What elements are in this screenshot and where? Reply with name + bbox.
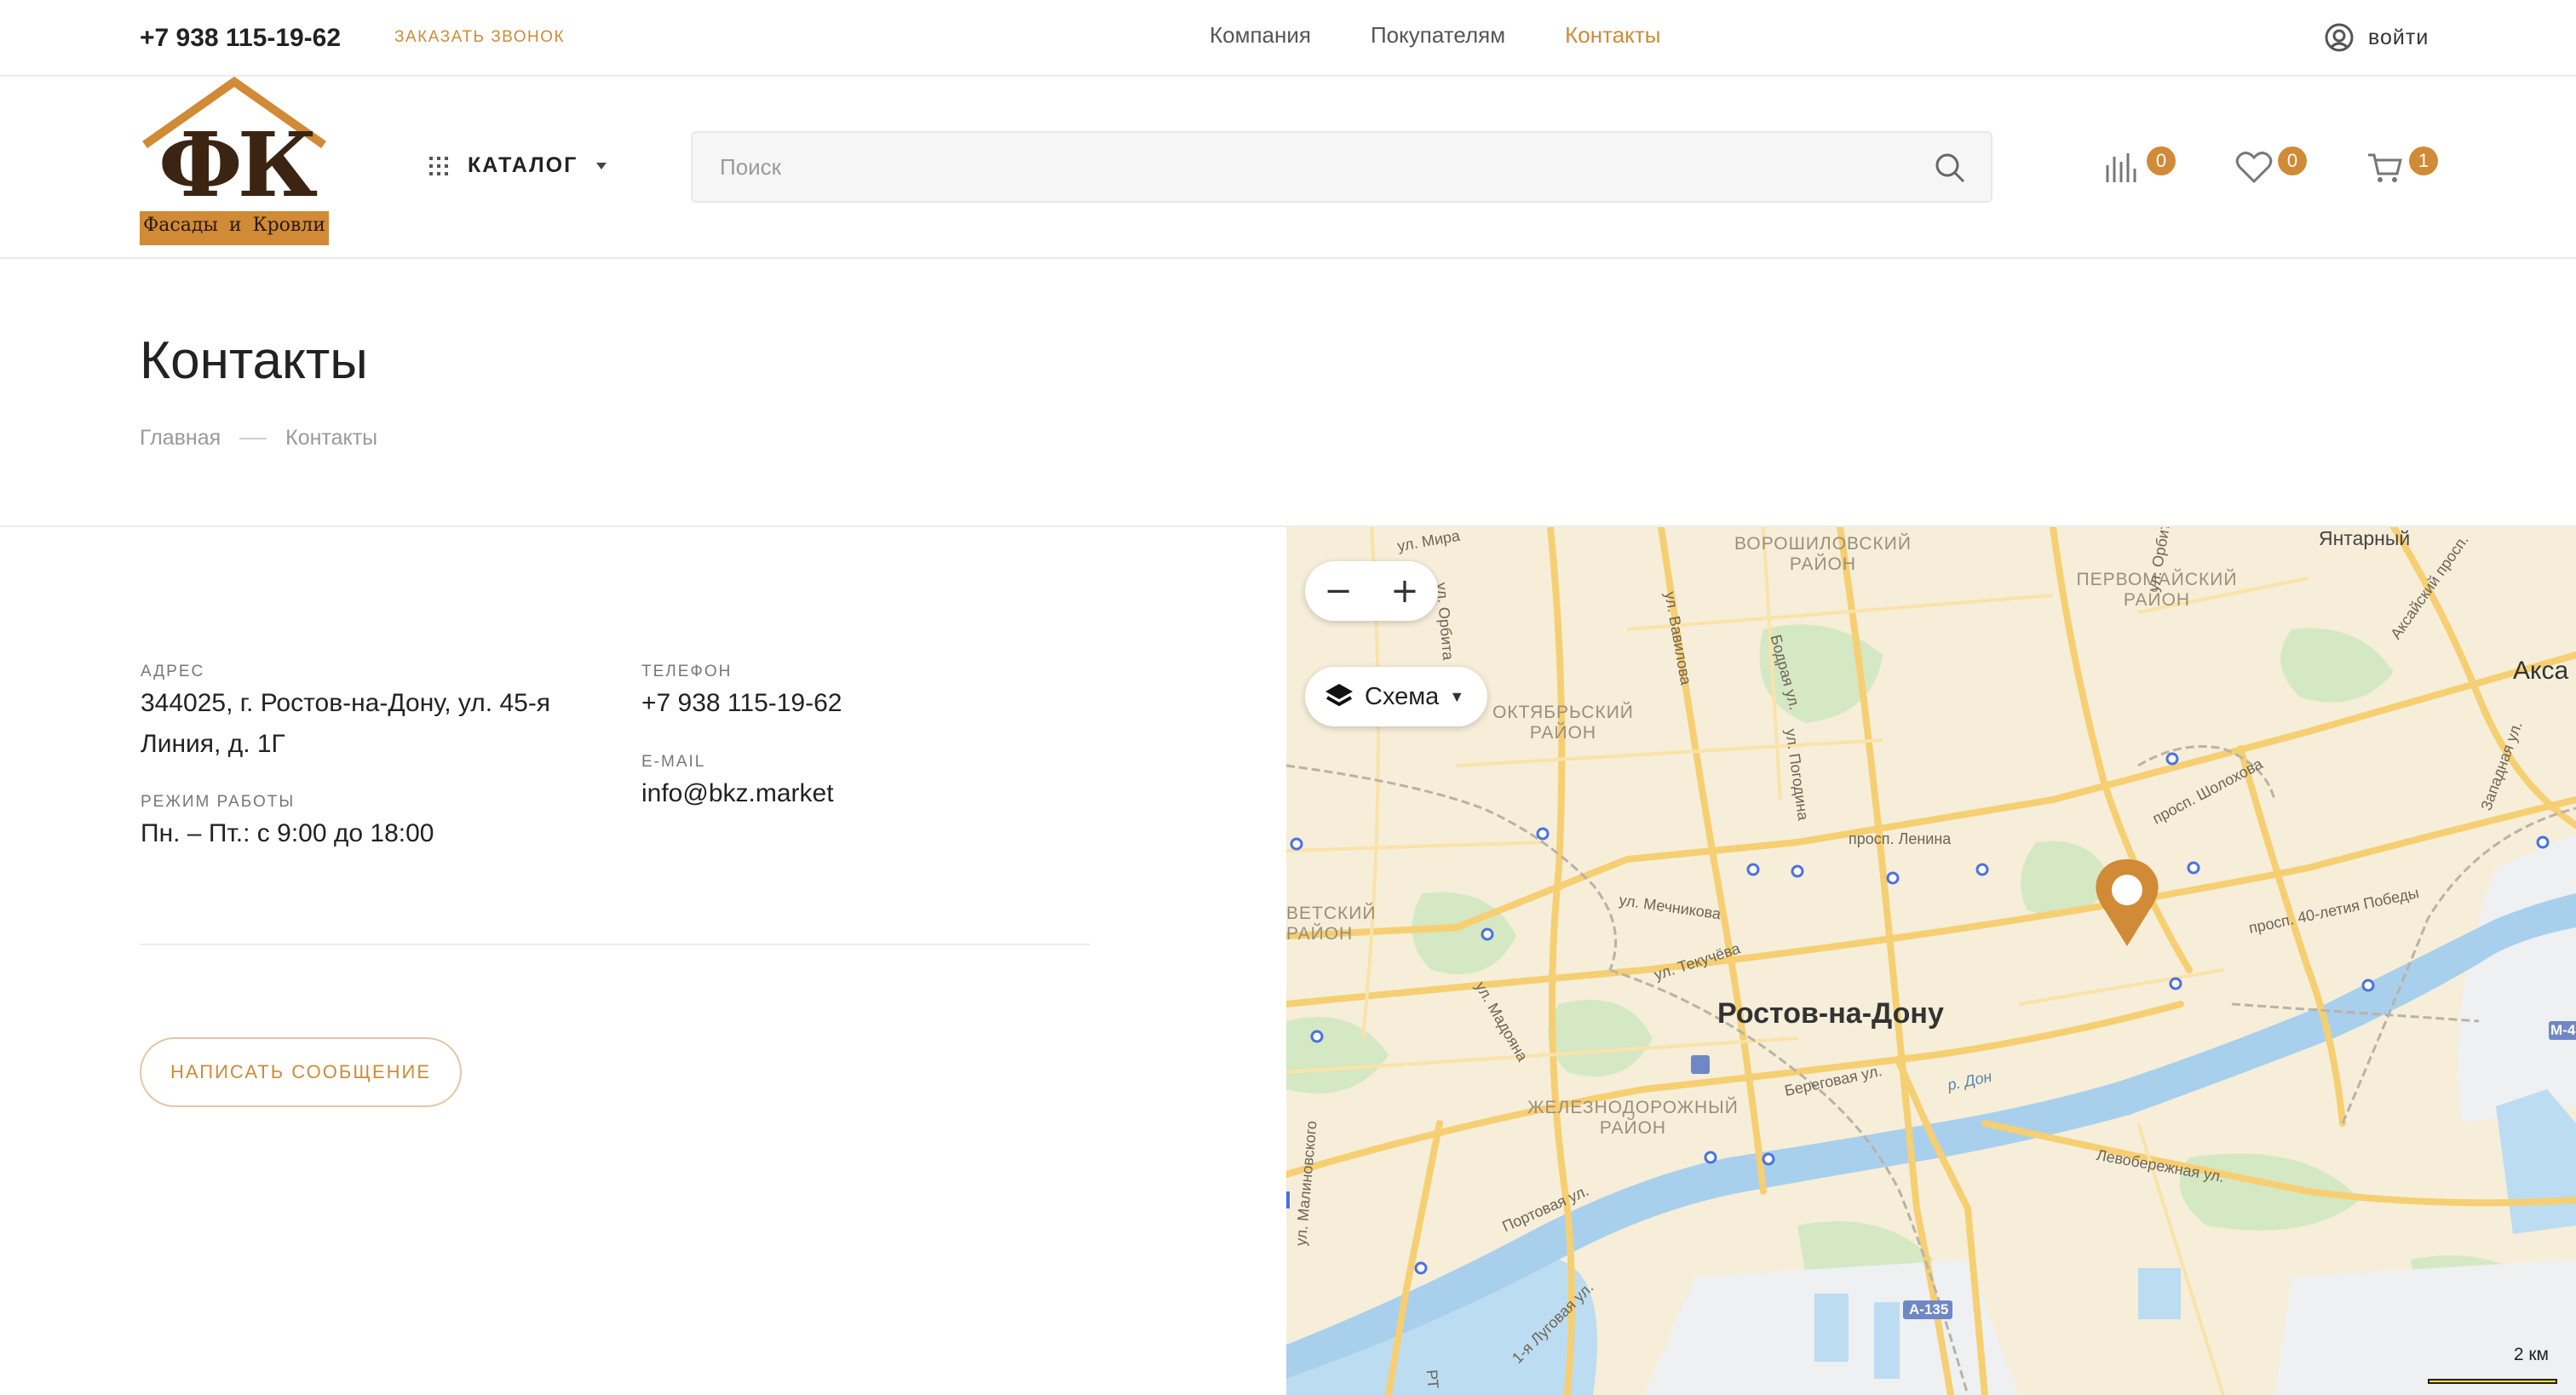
user-icon — [2325, 23, 2354, 52]
heart-icon — [2235, 152, 2273, 184]
search-input[interactable] — [720, 152, 1912, 182]
info-divider — [140, 944, 1090, 945]
zoom-control: − + — [1305, 561, 1438, 621]
breadcrumb-separator — [239, 437, 267, 439]
callback-link[interactable]: Заказать звонок — [394, 28, 565, 47]
map[interactable]: Ворошиловский район Первомайский район Окт… — [1286, 527, 2576, 1395]
header: ФК Фасады и Кровли Каталог — [0, 76, 2576, 259]
search-box — [691, 131, 1992, 203]
map-street-lenina: просп. Ленина — [1849, 830, 1952, 847]
email-label: E-mail — [641, 753, 706, 771]
zoom-in-button[interactable]: + — [1371, 561, 1438, 621]
map-label-aksa: Акса — [2513, 657, 2569, 685]
login-button[interactable]: Войти — [2324, 22, 2429, 53]
logo[interactable]: ФК Фасады и Кровли — [140, 76, 329, 247]
logo-letters: ФК — [158, 112, 318, 217]
address-label: Адрес — [141, 663, 205, 680]
cart-button[interactable]: 1 — [2366, 146, 2443, 184]
map-road-a135: А-135 — [1909, 1301, 1949, 1318]
catalog-button[interactable]: Каталог — [428, 153, 607, 178]
map-district-sovetsky: ветский район — [1286, 904, 1377, 944]
phone-label: Телефон — [641, 663, 733, 680]
cart-count-badge: 1 — [2409, 146, 2438, 175]
map-road-m4: М-4 — [2550, 1022, 2576, 1038]
header-actions: 0 0 1 — [2104, 146, 2443, 184]
map-city-label: Ростов-на-Дону — [1717, 997, 1944, 1030]
phone-link[interactable]: +7 938 115-19-62 — [641, 683, 842, 724]
nav-item-contacts[interactable]: Контакты — [1565, 22, 1660, 49]
map-district-zheleznodorozhny: Железнодорожный район — [1527, 1098, 1739, 1138]
catalog-label: Каталог — [468, 153, 578, 177]
page-title: Контакты — [140, 331, 368, 390]
nav-item-customers[interactable]: Покупателям — [1371, 22, 1505, 49]
compare-button[interactable]: 0 — [2104, 146, 2181, 184]
hours-label: Режим работы — [141, 793, 296, 811]
address-line-2: Линия, д. 1Г — [141, 730, 285, 758]
write-message-button[interactable]: Написать сообщение — [140, 1037, 462, 1107]
search-icon[interactable] — [1934, 152, 1966, 184]
caret-down-icon: ▼ — [1449, 687, 1465, 705]
top-bar: +7 938 115-19-62 Заказать звонок Компани… — [0, 0, 2576, 77]
map-scale-label: 2 км — [2513, 1345, 2549, 1364]
location-pin-icon[interactable] — [2091, 858, 2163, 948]
layers-icon — [1325, 684, 1353, 707]
bar-chart-icon — [2106, 153, 2136, 182]
top-phone-link[interactable]: +7 938 115-19-62 — [140, 24, 341, 53]
map-scale: 2 км — [2428, 1345, 2564, 1387]
logo-caption: Фасады и Кровли — [143, 215, 325, 236]
breadcrumb-current: Контакты — [285, 426, 378, 450]
email-link[interactable]: info@bkz.market — [641, 773, 834, 814]
breadcrumb: Главная Контакты — [140, 426, 377, 451]
top-nav: Компания Покупателям Контакты — [1210, 22, 1660, 49]
nav-item-company[interactable]: Компания — [1210, 22, 1311, 49]
favorites-count-badge: 0 — [2278, 146, 2307, 175]
map-layer-label: Схема — [1365, 682, 1440, 710]
zoom-out-button[interactable]: − — [1305, 561, 1371, 621]
favorites-button[interactable]: 0 — [2235, 146, 2312, 184]
address-line-1: 344025, г. Ростов-на-Дону, ул. 45-я — [141, 689, 551, 717]
compare-count-badge: 0 — [2147, 146, 2176, 175]
cart-icon — [2368, 153, 2402, 182]
login-label: Войти — [2368, 25, 2429, 49]
map-layer-button[interactable]: Схема ▼ — [1305, 667, 1487, 726]
hours-value: Пн. – Пт.: с 9:00 до 18:00 — [141, 819, 434, 847]
map-district-voroshilovsky: Ворошиловский район — [1734, 534, 1912, 574]
map-street-rt: РТ — [1423, 1369, 1442, 1390]
map-background — [1286, 527, 2576, 1395]
map-label-yantarny: Янтарный — [2319, 527, 2411, 549]
breadcrumb-home[interactable]: Главная — [140, 426, 221, 451]
map-district-oktyabrsky: Октябрьский район — [1492, 703, 1634, 743]
grid-icon — [429, 156, 448, 175]
map-scale-bar — [2428, 1379, 2557, 1384]
caret-down-icon — [596, 162, 607, 169]
